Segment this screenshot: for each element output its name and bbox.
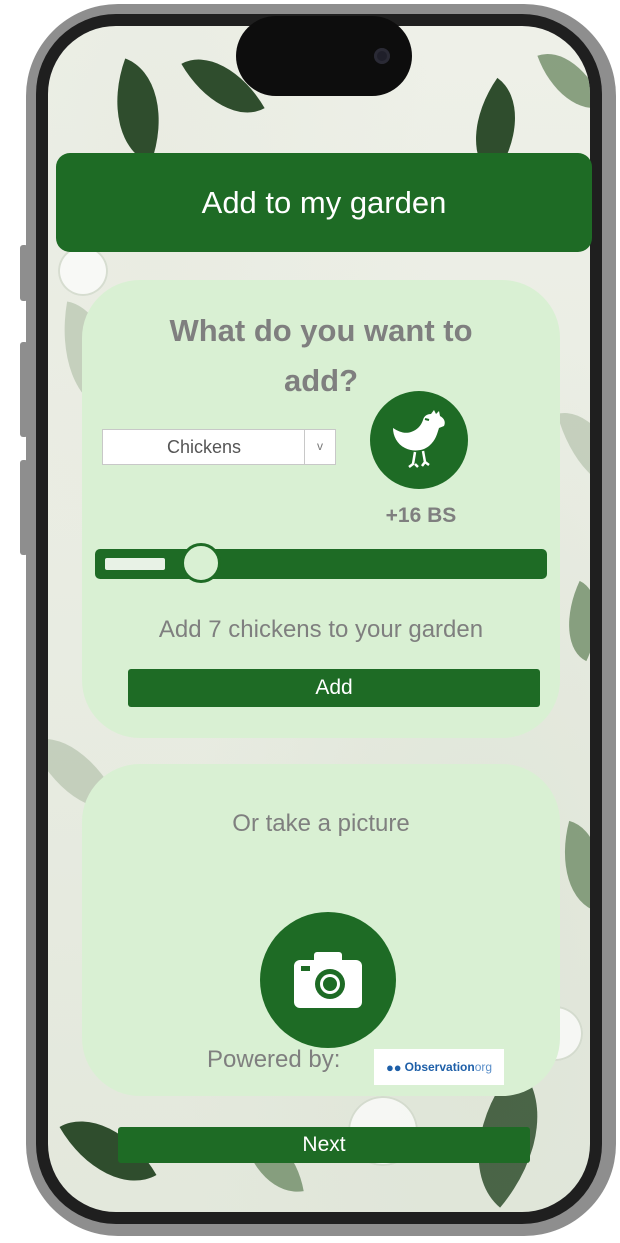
chicken-icon <box>370 391 468 489</box>
dynamic-island <box>236 16 412 96</box>
add-summary-text: Add 7 chickens to your garden <box>158 616 484 643</box>
camera-icon <box>294 952 362 1008</box>
powered-by-label: Powered by: <box>207 1046 341 1073</box>
leaf-decoration <box>557 401 590 501</box>
slider-fill <box>105 558 165 570</box>
slider-thumb[interactable] <box>181 543 221 583</box>
mute-switch <box>20 245 28 301</box>
photo-card: Or take a picture Powered by: ●● Observa… <box>82 764 560 1096</box>
animal-select[interactable]: Chickens v <box>102 429 336 465</box>
add-animal-card: What do you want to add? Chickens v +16 … <box>82 280 560 738</box>
flower-decoration <box>58 246 108 296</box>
next-button[interactable]: Next <box>118 1127 530 1163</box>
animal-select-value: Chickens <box>166 437 242 457</box>
camera-lens <box>374 48 390 64</box>
observation-org-logo[interactable]: ●● Observation org <box>374 1049 504 1085</box>
photo-prompt: Or take a picture <box>232 810 410 837</box>
volume-down-button <box>20 460 28 555</box>
volume-up-button <box>20 342 28 437</box>
camera-button[interactable] <box>260 912 396 1048</box>
binoculars-icon: ●● <box>385 1059 402 1075</box>
chevron-down-icon[interactable]: v <box>304 430 335 464</box>
add-question: What do you want to add? <box>169 313 473 398</box>
page-title: Add to my garden <box>201 184 447 220</box>
quantity-slider[interactable] <box>95 543 547 583</box>
leaf-decoration <box>94 58 182 164</box>
bonus-score-label: +16 BS <box>385 504 457 527</box>
add-button[interactable]: Add <box>128 669 540 707</box>
header-bar: Add to my garden <box>56 153 592 252</box>
